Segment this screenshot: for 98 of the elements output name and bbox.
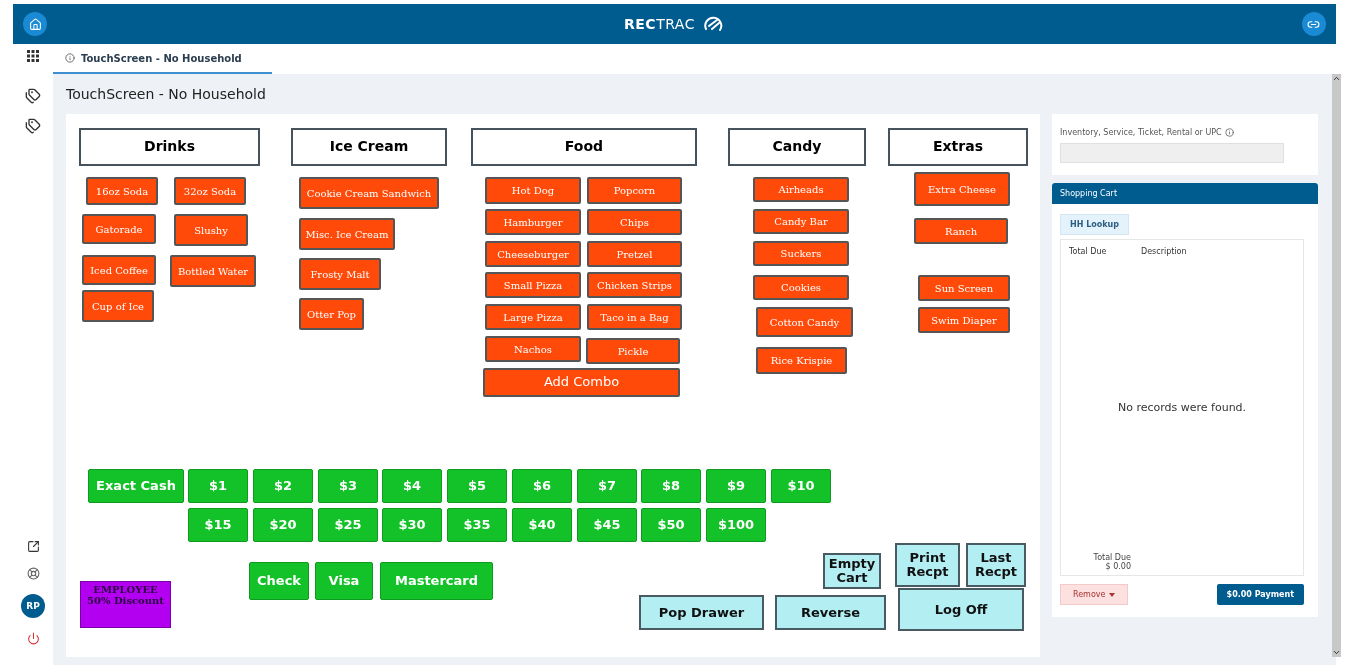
category-header[interactable]: Candy (728, 128, 866, 166)
product-button[interactable]: Small Pizza (485, 272, 581, 298)
combo-button[interactable]: Add Combo (483, 368, 680, 397)
payment-button[interactable]: $50 (641, 508, 701, 542)
product-button[interactable]: Taco in a Bag (587, 304, 682, 330)
power-icon[interactable] (26, 632, 40, 645)
payment-button[interactable]: $9 (706, 469, 766, 503)
product-button[interactable]: Cup of Ice (82, 290, 154, 322)
product-button[interactable]: Sun Screen (918, 275, 1010, 301)
link-button[interactable] (1302, 12, 1326, 36)
payment-button[interactable]: $1 (188, 469, 248, 503)
product-button[interactable]: 16oz Soda (86, 177, 158, 205)
category-header[interactable]: Drinks (79, 128, 260, 166)
action-button[interactable]: Log Off (898, 588, 1024, 631)
payment-button[interactable]: $20 (253, 508, 313, 542)
product-button[interactable]: Otter Pop (299, 298, 364, 330)
product-button[interactable]: Slushy (174, 214, 248, 246)
home-button[interactable] (23, 12, 47, 36)
payment-button[interactable]: $100 (706, 508, 766, 542)
product-button[interactable]: Popcorn (587, 177, 682, 204)
product-button[interactable]: Chips (587, 209, 682, 235)
action-button[interactable]: Pop Drawer (639, 595, 764, 630)
total-value: $ 0.00 (1105, 562, 1131, 571)
app-grid-icon[interactable] (27, 50, 39, 62)
product-button[interactable]: Large Pizza (485, 304, 581, 330)
payment-button[interactable]: $2 (253, 469, 313, 503)
action-button[interactable]: Last Recpt (966, 543, 1026, 587)
info-icon (65, 53, 75, 63)
external-window-icon[interactable] (26, 540, 40, 553)
tags-icon[interactable] (25, 118, 41, 134)
product-button[interactable]: 32oz Soda (174, 177, 246, 205)
payment-button[interactable]: $8 (641, 469, 701, 503)
column-header: Description (1140, 246, 1188, 256)
lifebuoy-icon[interactable] (26, 567, 40, 580)
product-button[interactable]: Hamburger (485, 209, 581, 235)
product-button[interactable]: Bottled Water (170, 255, 256, 287)
payment-button[interactable]: Exact Cash (88, 469, 184, 503)
scrollbar[interactable] (1332, 74, 1341, 657)
action-button[interactable]: Empty Cart (823, 553, 881, 589)
payment-button[interactable]: $5 (447, 469, 507, 503)
product-button[interactable]: Chicken Strips (587, 272, 682, 298)
scroll-up-icon[interactable] (1332, 74, 1341, 83)
payment-button[interactable]: $35 (447, 508, 507, 542)
payment-button[interactable]: Mastercard (380, 562, 493, 600)
payment-button[interactable]: Visa (315, 562, 373, 600)
user-avatar[interactable]: RP (21, 594, 45, 618)
product-button[interactable]: Frosty Malt (299, 258, 381, 290)
scroll-down-icon[interactable] (1332, 648, 1341, 657)
product-button[interactable]: Extra Cheese (914, 172, 1010, 206)
product-button[interactable]: Iced Coffee (82, 255, 156, 285)
product-button[interactable]: Gatorade (82, 214, 156, 244)
product-button[interactable]: Cotton Candy (756, 307, 853, 337)
category-header[interactable]: Food (471, 128, 697, 166)
lookup-input[interactable] (1060, 143, 1284, 163)
product-button[interactable]: Rice Krispie (756, 347, 847, 374)
payment-button[interactable]: $30 (382, 508, 442, 542)
product-button[interactable]: Airheads (753, 177, 849, 202)
product-button[interactable]: Candy Bar (753, 209, 849, 234)
product-button[interactable]: Nachos (485, 336, 581, 362)
product-button[interactable]: Cheeseburger (485, 241, 581, 267)
payment-button[interactable]: $0.00 Payment (1216, 584, 1304, 605)
cart-header: Shopping Cart (1052, 183, 1318, 204)
payment-button[interactable]: Check (249, 562, 309, 600)
product-button[interactable]: Cookies (753, 275, 849, 300)
product-button[interactable]: Cookie Cream Sandwich (299, 177, 439, 209)
product-button[interactable]: Hot Dog (485, 177, 581, 204)
action-button[interactable]: Reverse (775, 595, 886, 630)
product-button[interactable]: Ranch (914, 218, 1008, 244)
info-icon[interactable] (1224, 128, 1234, 137)
payment-button[interactable]: $6 (512, 469, 572, 503)
payment-button[interactable]: $4 (382, 469, 442, 503)
home-icon (28, 17, 42, 31)
product-button[interactable]: Swim Diaper (918, 307, 1010, 333)
payment-button[interactable]: $3 (318, 469, 378, 503)
product-button[interactable]: Misc. Ice Cream (299, 218, 395, 250)
payment-button[interactable]: $7 (577, 469, 637, 503)
remove-button[interactable]: Remove (1060, 584, 1129, 605)
payment-button[interactable]: $25 (318, 508, 378, 542)
lookup-label: Inventory, Service, Ticket, Rental or UPC (1060, 128, 1222, 137)
category-header[interactable]: Extras (888, 128, 1028, 166)
page-title: TouchScreen - No Household (66, 85, 267, 104)
category-header[interactable]: Ice Cream (291, 128, 447, 166)
payment-button[interactable]: $10 (771, 469, 831, 503)
payment-button[interactable]: $40 (512, 508, 572, 542)
tags-icon[interactable] (25, 88, 41, 104)
total-label: Total Due (1093, 553, 1131, 562)
payment-button[interactable]: $15 (188, 508, 248, 542)
brand-logo-text: RECTRAC (624, 16, 695, 32)
product-button[interactable]: Pretzel (587, 241, 682, 267)
caret-down-icon (1109, 592, 1116, 597)
product-button[interactable]: Suckers (753, 241, 849, 266)
product-button[interactable]: Pickle (586, 338, 680, 364)
empty-message: No records were found. (1116, 400, 1248, 416)
payment-button[interactable]: $45 (577, 508, 637, 542)
column-header: Total Due (1068, 246, 1108, 256)
discount-button[interactable]: EMPLOYEE 50% Discount (80, 581, 171, 628)
action-button[interactable]: Print Recpt (895, 543, 960, 587)
hh-lookup-button[interactable]: HH Lookup (1060, 214, 1129, 235)
